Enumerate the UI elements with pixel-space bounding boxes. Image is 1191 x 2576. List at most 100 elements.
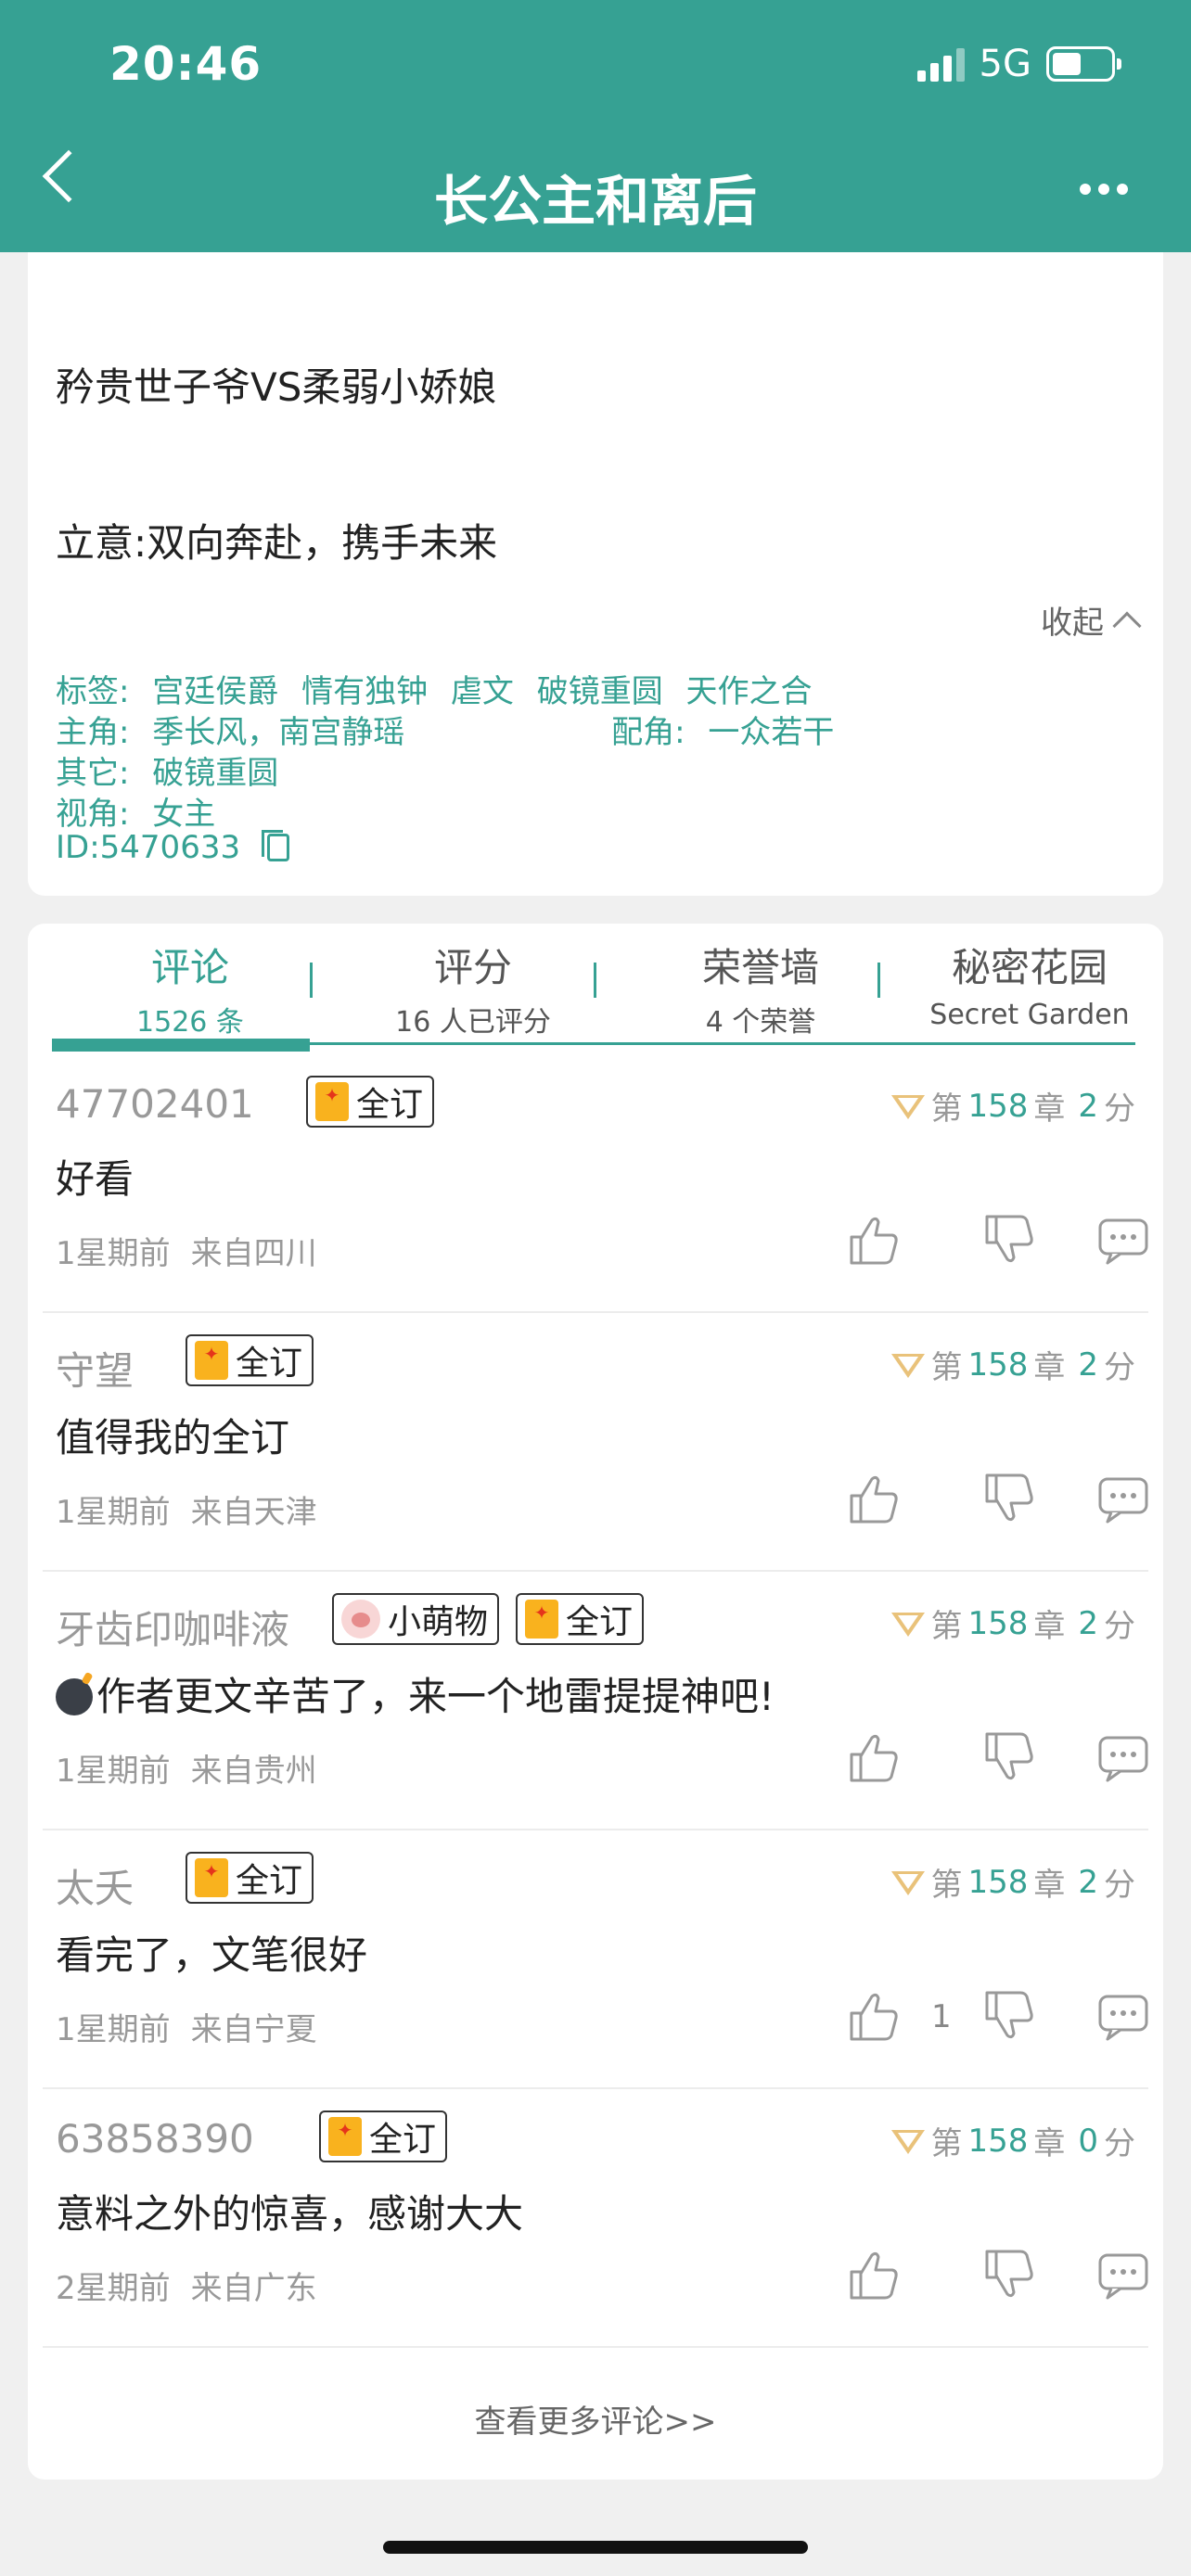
user-badge: 小萌物 (332, 1593, 500, 1645)
comment-text: 意料之外的惊喜，感谢大大 (56, 2191, 524, 2237)
badge-label: 全订 (356, 1086, 424, 1124)
status-indicators: 5G (916, 43, 1121, 85)
other-row: 其它: 破镜重圆 (56, 747, 291, 793)
tab-comments[interactable]: 评论 1526 条 (83, 937, 297, 1039)
comment-actions: 1 (28, 1989, 1163, 2045)
chapter-score: 第 158 章 2 分 (891, 1859, 1135, 1905)
tag[interactable]: 天作之合 (686, 673, 813, 710)
pov-value: 女主 (152, 796, 216, 833)
pov-row: 视角: 女主 (56, 788, 228, 834)
dislike-icon[interactable] (981, 1213, 1035, 1267)
tab-secret-garden[interactable]: 秘密花园 Secret Garden (890, 937, 1169, 1031)
comment-item: 守望全订第158章2分值得我的全订1星期前来自天津 (28, 1314, 1163, 1572)
comment-body: 好看 (56, 1148, 134, 1205)
badge-group: 小萌物 全订 (332, 1593, 645, 1645)
tab-sub: 16 人已评分 (395, 1006, 551, 1039)
tag[interactable]: 情有独钟 (301, 673, 428, 710)
chapter-prefix: 第 (930, 1867, 963, 1904)
tab-honor-wall[interactable]: 荣誉墙 4 个荣誉 (621, 937, 900, 1039)
tab-ratings[interactable]: 评分 16 人已评分 (334, 937, 612, 1039)
like-icon[interactable] (846, 1989, 900, 2043)
chapter-prefix: 第 (930, 2125, 963, 2162)
roles-row: 主角: 季长风，南宫静瑶 配角: 一众若干 (56, 707, 847, 752)
reply-icon[interactable] (1096, 1213, 1150, 1267)
reply-icon[interactable] (1096, 1472, 1150, 1525)
book-summary-card: 矜贵世子爷VS柔弱小娇娘 立意:双向奔赴，携手未来 收起 标签: 宫廷侯爵 情有… (28, 252, 1163, 896)
divider (43, 2087, 1148, 2089)
home-indicator (383, 2541, 808, 2554)
like-icon[interactable] (846, 1472, 900, 1525)
reply-icon[interactable] (1096, 1989, 1150, 2043)
tab-label: 秘密花园 (951, 945, 1108, 990)
chapter-number: 158 (967, 1604, 1029, 1642)
chapter-number: 158 (967, 1345, 1029, 1384)
comment-text: 作者更文辛苦了，来一个地雷提提神吧! (96, 1674, 775, 1719)
like-icon[interactable] (846, 1213, 900, 1267)
lead-value: 季长风，南宫静瑶 (152, 714, 405, 751)
like-icon[interactable] (846, 2248, 900, 2302)
user-badge: 全订 (319, 2111, 448, 2162)
comment-username[interactable]: 63858390 (56, 2116, 254, 2162)
divider (43, 1829, 1148, 1830)
comment-username[interactable]: 牙齿印咖啡液 (56, 1599, 289, 1655)
comment-item: 63858390全订第158章0分意料之外的惊喜，感谢大大2星期前来自广东 (28, 2090, 1163, 2348)
comment-item: 47702401全订第158章2分好看1星期前来自四川 (28, 1055, 1163, 1313)
badge-label: 全订 (236, 1345, 303, 1383)
tags-row: 标签: 宫廷侯爵 情有独钟 虐文 破镜重圆 天作之合 (56, 666, 826, 711)
comment-username[interactable]: 守望 (56, 1340, 134, 1396)
paw-icon (341, 1600, 380, 1639)
comment-body: 作者更文辛苦了，来一个地雷提提神吧! (56, 1665, 775, 1722)
score-unit: 分 (1104, 2125, 1135, 2162)
comment-actions (28, 2248, 1163, 2303)
chapter-prefix: 第 (930, 1608, 963, 1645)
user-badge: 全订 (516, 1593, 645, 1645)
view-more-comments-link[interactable]: 查看更多评论>> (28, 2396, 1163, 2442)
comment-item: 太夭全订第158章2分看完了，文笔很好1星期前来自宁夏1 (28, 1831, 1163, 2089)
like-icon[interactable] (846, 1730, 900, 1784)
comment-username[interactable]: 太夭 (56, 1857, 134, 1914)
comment-text: 看完了，文笔很好 (56, 1932, 368, 1978)
comment-body: 值得我的全订 (56, 1407, 289, 1463)
tab-label: 荣誉墙 (701, 945, 819, 990)
chapter-score: 第 158 章 2 分 (891, 1342, 1135, 1387)
chapter-suffix: 章 (1033, 1867, 1066, 1904)
chapter-score: 第 158 章 0 分 (891, 2118, 1135, 2163)
tag[interactable]: 虐文 (451, 673, 514, 710)
bookmark-icon (315, 1082, 349, 1121)
header-bar: 20:46 5G 长公主和离后 (0, 0, 1191, 252)
dislike-icon[interactable] (981, 2248, 1035, 2302)
dislike-icon[interactable] (981, 1730, 1035, 1784)
score-value: 2 (1078, 1345, 1098, 1384)
chapter-score: 第 158 章 2 分 (891, 1083, 1135, 1129)
tag[interactable]: 破镜重圆 (537, 673, 663, 710)
divider (43, 1570, 1148, 1572)
tab-sub: 4 个荣誉 (705, 1006, 816, 1039)
chapter-prefix: 第 (930, 1090, 963, 1128)
vip-diamond-icon (891, 1091, 926, 1121)
user-badge: 全订 (306, 1076, 435, 1128)
chapter-number: 158 (967, 1087, 1029, 1125)
summary-line: 矜贵世子爷VS柔弱小娇娘 (56, 364, 497, 410)
dislike-icon[interactable] (981, 1472, 1035, 1525)
badge-label: 全订 (369, 2121, 437, 2159)
like-count: 1 (931, 1998, 952, 2035)
badge-group: 全订 (319, 2111, 448, 2162)
bomb-icon (56, 1678, 93, 1715)
comment-username[interactable]: 47702401 (56, 1081, 254, 1127)
copy-icon[interactable] (261, 830, 289, 861)
reply-icon[interactable] (1096, 1730, 1150, 1784)
more-options-icon[interactable] (1080, 184, 1128, 195)
tab-divider (594, 963, 596, 998)
tab-sub: 1526 条 (136, 1006, 244, 1039)
score-unit: 分 (1104, 1867, 1135, 1904)
collapse-button[interactable]: 收起 (1041, 597, 1142, 643)
reply-icon[interactable] (1096, 2248, 1150, 2302)
tag[interactable]: 宫廷侯爵 (152, 673, 278, 710)
score-value: 0 (1078, 2122, 1098, 2160)
page-title: 长公主和离后 (433, 170, 757, 233)
active-tab-indicator (52, 1039, 310, 1052)
chapter-suffix: 章 (1033, 1608, 1066, 1645)
dislike-icon[interactable] (981, 1989, 1035, 2043)
tab-divider (310, 963, 313, 998)
tab-label: 评论 (150, 945, 229, 990)
